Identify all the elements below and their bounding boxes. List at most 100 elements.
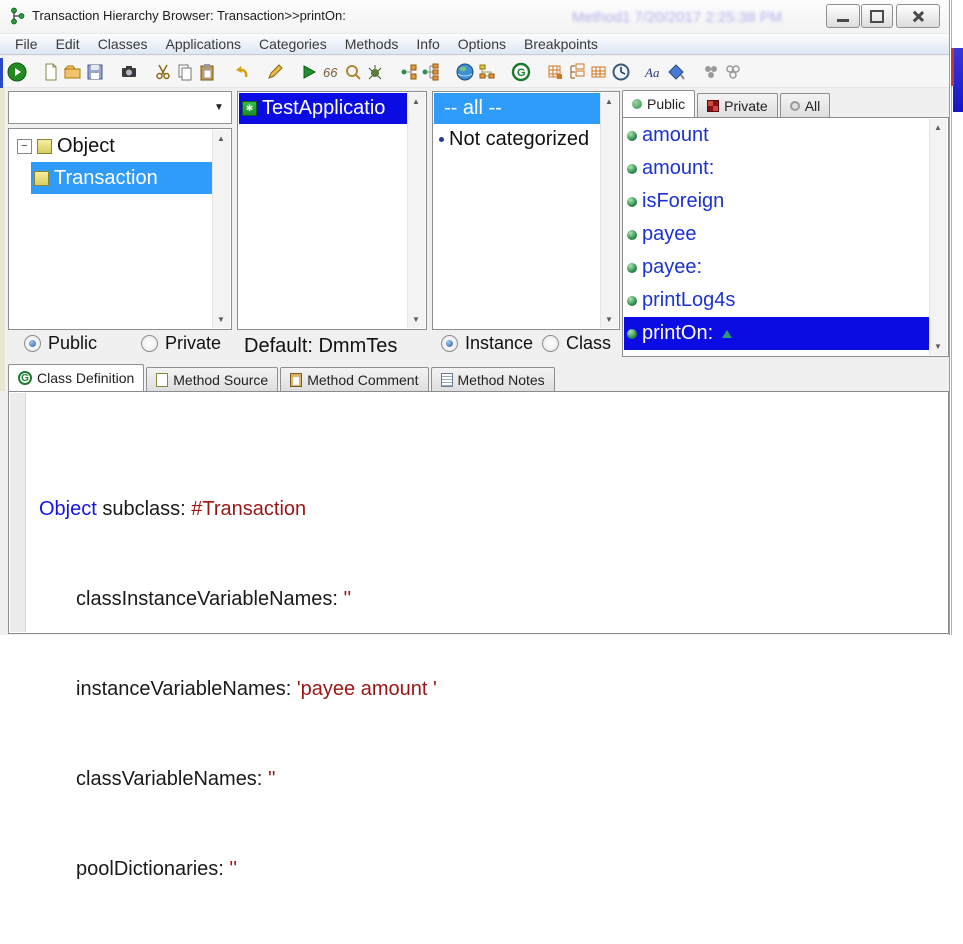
- method-item[interactable]: payee:: [624, 251, 930, 284]
- maximize-button[interactable]: [861, 4, 893, 28]
- applications-list: ✱ TestApplicatio ▲ ▼: [237, 91, 427, 330]
- tree-item-object[interactable]: − Object: [14, 130, 213, 162]
- menu-classes[interactable]: Classes: [89, 36, 157, 52]
- default-application-label: Default: DmmTes: [240, 331, 430, 361]
- tree-item-label: Transaction: [54, 167, 158, 190]
- public-radio[interactable]: [24, 335, 41, 352]
- tab-method-source[interactable]: Method Source: [146, 367, 278, 391]
- maximize-icon: [870, 10, 884, 23]
- method-item[interactable]: isForeign: [624, 185, 930, 218]
- menu-options[interactable]: Options: [449, 36, 515, 52]
- visibility-public-option[interactable]: Public: [24, 333, 97, 354]
- scroll-down-icon[interactable]: ▼: [930, 339, 946, 354]
- tab-private[interactable]: Private: [697, 93, 778, 117]
- font-icon[interactable]: Aa: [644, 61, 666, 83]
- method-icon: [627, 329, 637, 339]
- tab-label: Method Comment: [307, 372, 418, 388]
- paste-icon[interactable]: [196, 61, 218, 83]
- scroll-up-icon[interactable]: ▲: [213, 131, 229, 146]
- grid-add-icon[interactable]: [544, 61, 566, 83]
- instance-radio[interactable]: [441, 335, 458, 352]
- run-icon[interactable]: [6, 61, 28, 83]
- menu-breakpoints[interactable]: Breakpoints: [515, 36, 607, 52]
- method-item[interactable]: amount:: [624, 152, 930, 185]
- scroll-down-icon[interactable]: ▼: [408, 312, 424, 327]
- method-item[interactable]: amount: [624, 119, 930, 152]
- tab-label: Class Definition: [37, 370, 134, 386]
- window-title: Transaction Hierarchy Browser: Transacti…: [32, 8, 346, 23]
- implementors-icon[interactable]: [420, 61, 442, 83]
- play-icon[interactable]: [298, 61, 320, 83]
- collapse-icon[interactable]: −: [17, 139, 32, 154]
- tab-class-definition[interactable]: G Class Definition: [8, 364, 144, 391]
- new-document-icon[interactable]: [40, 61, 62, 83]
- menu-edit[interactable]: Edit: [47, 36, 89, 52]
- menu-methods[interactable]: Methods: [336, 36, 408, 52]
- categories-scrollbar[interactable]: ▲ ▼: [600, 93, 618, 328]
- undo-icon[interactable]: [230, 61, 252, 83]
- instance-radio-label: Instance: [465, 333, 533, 354]
- list-item-all-categories[interactable]: -- all --: [434, 93, 601, 124]
- desktop-sliver-left: [0, 88, 5, 391]
- background-window-text: Method1 7/20/2017 2:25:38 PM: [572, 9, 782, 26]
- tab-method-comment[interactable]: Method Comment: [280, 367, 428, 391]
- scope-instance-option[interactable]: Instance: [441, 333, 533, 354]
- code-line: classInstanceVariableNames: '': [39, 584, 437, 614]
- grid-edit-icon[interactable]: [588, 61, 610, 83]
- menu-file[interactable]: File: [6, 36, 47, 52]
- method-comment-icon: [290, 373, 302, 387]
- code-string: '': [268, 768, 276, 790]
- cut-icon[interactable]: [152, 61, 174, 83]
- methods-list: amount amount: isForeign payee payee: pr…: [622, 117, 949, 357]
- scroll-down-icon[interactable]: ▼: [213, 312, 229, 327]
- method-label: printLog4s: [642, 289, 735, 312]
- applications-scrollbar[interactable]: ▲ ▼: [407, 93, 425, 328]
- pen-icon[interactable]: [264, 61, 286, 83]
- spectacles-icon[interactable]: 66: [320, 61, 342, 83]
- scroll-up-icon[interactable]: ▲: [408, 94, 424, 109]
- title-bar: Transaction Hierarchy Browser: Transacti…: [0, 0, 949, 33]
- method-item[interactable]: payee: [624, 218, 930, 251]
- scroll-up-icon[interactable]: ▲: [930, 120, 946, 135]
- close-button[interactable]: [896, 4, 940, 28]
- method-item[interactable]: printLog4s: [624, 284, 930, 317]
- tab-label: All: [805, 98, 821, 114]
- class-filter-combobox[interactable]: ▼: [8, 91, 232, 124]
- scroll-down-icon[interactable]: ▼: [601, 312, 617, 327]
- class-browser-icon[interactable]: [476, 61, 498, 83]
- grid-list-icon[interactable]: [566, 61, 588, 83]
- ungroup-icon[interactable]: [722, 61, 744, 83]
- class-radio[interactable]: [542, 335, 559, 352]
- open-folder-icon[interactable]: [62, 61, 84, 83]
- minimize-button[interactable]: [826, 4, 860, 28]
- chevron-down-icon[interactable]: ▼: [209, 94, 229, 121]
- copy-icon[interactable]: [174, 61, 196, 83]
- tab-public[interactable]: Public: [622, 90, 695, 117]
- class-definition-editor[interactable]: Object subclass: #Transaction classInsta…: [8, 391, 949, 634]
- menu-categories[interactable]: Categories: [250, 36, 336, 52]
- class-list-scrollbar[interactable]: ▲ ▼: [212, 130, 230, 328]
- tree-item-transaction[interactable]: Transaction: [31, 162, 213, 194]
- menu-applications[interactable]: Applications: [156, 36, 250, 52]
- method-item-selected[interactable]: printOn:: [624, 317, 930, 350]
- methods-scrollbar[interactable]: ▲ ▼: [929, 119, 947, 355]
- tab-all[interactable]: All: [780, 93, 831, 117]
- tab-method-notes[interactable]: Method Notes: [431, 367, 555, 391]
- clock-icon[interactable]: [610, 61, 632, 83]
- save-icon[interactable]: [84, 61, 106, 83]
- globe-icon[interactable]: [454, 61, 476, 83]
- camera-icon[interactable]: [118, 61, 140, 83]
- menu-info[interactable]: Info: [407, 36, 448, 52]
- visibility-private-option[interactable]: Private: [141, 333, 221, 354]
- private-radio[interactable]: [141, 335, 158, 352]
- senders-icon[interactable]: [398, 61, 420, 83]
- fill-icon[interactable]: [666, 61, 688, 83]
- list-item-application[interactable]: ✱ TestApplicatio: [239, 93, 408, 124]
- list-item-not-categorized[interactable]: Not categorized: [434, 124, 601, 155]
- group-icon[interactable]: [700, 61, 722, 83]
- scope-class-option[interactable]: Class: [542, 333, 611, 354]
- scroll-up-icon[interactable]: ▲: [601, 94, 617, 109]
- go-icon[interactable]: G: [510, 61, 532, 83]
- debug-icon[interactable]: [364, 61, 386, 83]
- search-icon[interactable]: [342, 61, 364, 83]
